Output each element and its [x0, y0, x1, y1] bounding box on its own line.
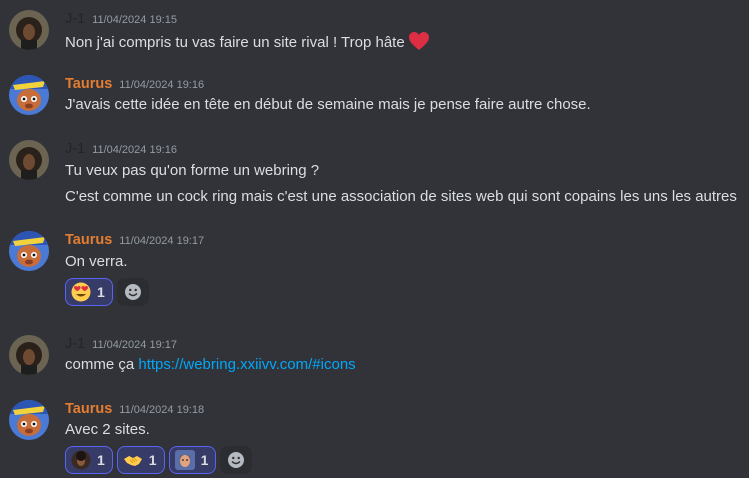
author-name[interactable]: Taurus [65, 401, 112, 417]
avatar-taurus[interactable] [9, 75, 49, 115]
add-reaction-button[interactable] [116, 278, 149, 306]
timestamp: 11/04/2024 19:17 [119, 235, 205, 247]
reaction-person-face[interactable]: 1 [168, 446, 217, 474]
message-text: C'est comme un cock ring mais c'est une … [65, 188, 737, 205]
author-name[interactable]: Taurus [65, 76, 112, 92]
author-name[interactable]: J-1 [65, 141, 85, 157]
add-reaction-button[interactable] [220, 446, 253, 474]
handshake-emoji [123, 456, 142, 466]
reaction-bar: 1 [65, 278, 149, 306]
timestamp: 11/04/2024 19:16 [92, 144, 177, 156]
message-text: Tu veux pas qu'on forme un webring ? [65, 162, 320, 179]
reaction-count: 1 [148, 452, 157, 468]
avatar-j1[interactable] [9, 10, 49, 50]
heart-emoji [408, 31, 430, 55]
author-name[interactable]: J-1 [65, 11, 85, 27]
message-text: J'avais cette idée en tête en début de s… [65, 96, 591, 113]
author-name[interactable]: J-1 [65, 336, 85, 352]
timestamp: 11/04/2024 19:16 [119, 79, 205, 91]
reaction-bar: 1 1 1 [65, 446, 253, 474]
timestamp: 11/04/2024 19:18 [119, 404, 205, 416]
message-text: Avec 2 sites. [65, 421, 150, 438]
avatar-j1[interactable] [9, 335, 49, 375]
message-text: On verra. [65, 253, 128, 270]
avatar-taurus[interactable] [9, 231, 49, 271]
reaction-handshake[interactable]: 1 [116, 446, 165, 474]
smiley-icon [124, 284, 141, 300]
timestamp: 11/04/2024 19:17 [92, 339, 177, 351]
message-text: Non j'ai compris tu vas faire un site ri… [65, 31, 430, 55]
message-link[interactable]: https://webring.xxiivv.com/#icons [138, 356, 355, 373]
reaction-heart-eyes[interactable]: 1 [65, 278, 113, 306]
reaction-avatar-face[interactable]: 1 [65, 446, 113, 474]
person-face-emoji [174, 450, 195, 470]
reaction-count: 1 [97, 284, 105, 300]
heart-eyes-emoji [71, 282, 91, 302]
reaction-count: 1 [200, 452, 209, 468]
message-text: comme ça https://webring.xxiivv.com/#ico… [65, 356, 356, 373]
smiley-icon [228, 452, 245, 468]
avatar-j1[interactable] [9, 140, 49, 180]
author-name[interactable]: Taurus [65, 232, 112, 248]
reaction-count: 1 [97, 452, 105, 468]
avatar-taurus[interactable] [9, 400, 49, 440]
avatar-face-emoji [71, 450, 91, 470]
timestamp: 11/04/2024 19:15 [92, 14, 177, 26]
